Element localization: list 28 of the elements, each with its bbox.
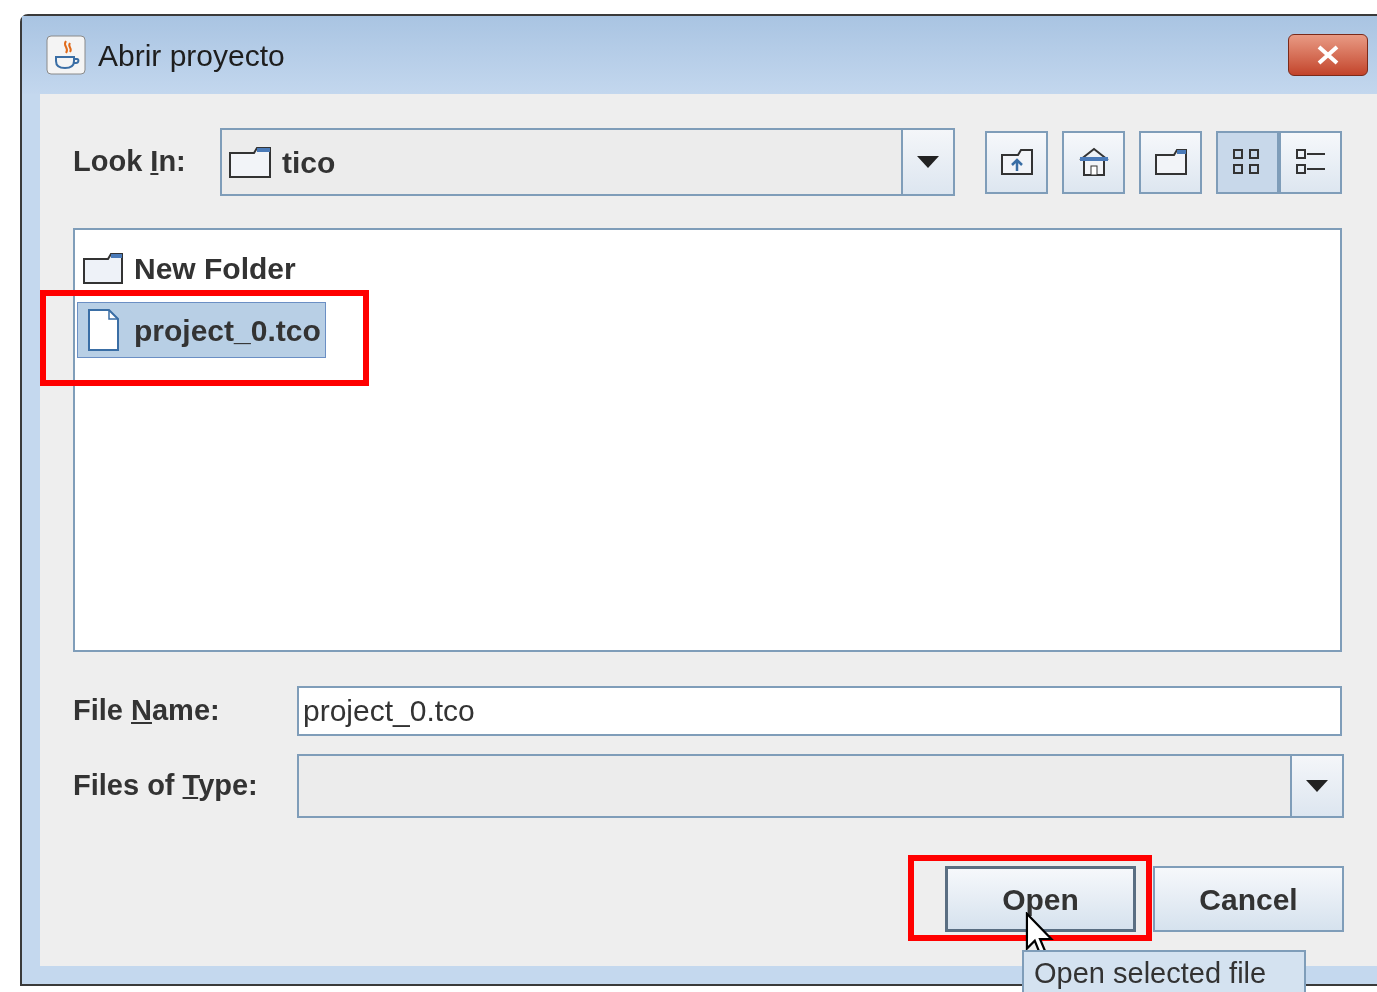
caret-icon (917, 156, 939, 168)
file-name-label: File Name: (73, 693, 221, 729)
java-cup-icon (46, 35, 86, 75)
look-in-label: Look In: (73, 144, 187, 180)
file-item[interactable]: New Folder (77, 240, 301, 296)
dropdown-arrow-button[interactable] (901, 130, 953, 194)
file-name-field[interactable]: project_0.tco (297, 686, 1342, 736)
home-button[interactable] (1062, 130, 1125, 194)
tooltip: Open selected file (1022, 950, 1306, 992)
folder-button[interactable] (1139, 130, 1202, 194)
dropdown-arrow-button[interactable] (1290, 756, 1342, 816)
look-in-value: tico (282, 144, 336, 181)
list-view-button[interactable] (1216, 130, 1279, 194)
folder-icon (82, 251, 124, 285)
folder-icon (228, 145, 272, 179)
up-folder-button[interactable] (985, 130, 1048, 194)
look-in-dropdown[interactable]: tico (220, 128, 955, 196)
dialog-button[interactable]: Cancel (1153, 866, 1344, 932)
file-item[interactable]: project_0.tco (77, 302, 326, 358)
caret-icon (1306, 780, 1328, 792)
close-icon (1316, 45, 1340, 65)
details-view-button[interactable] (1279, 130, 1342, 194)
close-button[interactable] (1288, 34, 1368, 76)
file-name: project_0.tco (134, 312, 321, 349)
file-type-label: Files of Type: (73, 768, 259, 804)
file-name: New Folder (134, 250, 296, 287)
window-title: Abrir proyecto (98, 37, 285, 74)
dialog-button[interactable]: Open (945, 866, 1136, 932)
